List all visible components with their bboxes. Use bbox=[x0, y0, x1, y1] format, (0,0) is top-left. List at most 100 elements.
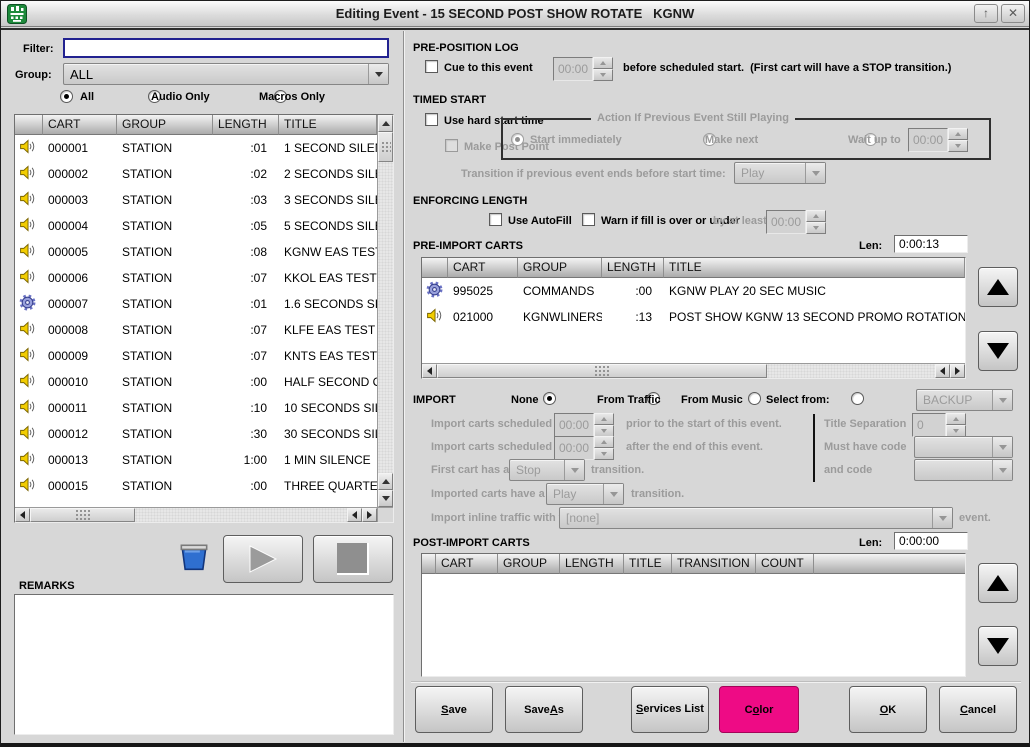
make-post-point-checkbox bbox=[445, 139, 458, 152]
cart-list-row[interactable]: 000003 STATION :03 3 SECONDS SILEN bbox=[15, 187, 377, 213]
ok-button[interactable]: OK bbox=[849, 686, 927, 733]
cart-list-row[interactable]: 000005 STATION :08 KGNW EAS TEST bbox=[15, 239, 377, 265]
transition-if-previous-label: Transition if previous event ends before… bbox=[461, 168, 726, 180]
radio-audio-only-label[interactable]: Audio Only bbox=[151, 91, 210, 103]
autofill-label[interactable]: Use AutoFill bbox=[508, 215, 572, 227]
cue-to-event-label[interactable]: Cue to this event bbox=[444, 62, 533, 74]
services-list-button[interactable]: Services List bbox=[631, 686, 709, 733]
import-none-radio[interactable] bbox=[543, 392, 556, 405]
cart-list-row[interactable]: 000009 STATION :07 KNTS EAS TEST IN bbox=[15, 343, 377, 369]
cart-list-row[interactable]: 000002 STATION :02 2 SECONDS SILEN bbox=[15, 161, 377, 187]
post-import-move-up-button[interactable] bbox=[978, 563, 1018, 603]
audio-cart-icon bbox=[426, 307, 443, 324]
vscroll-thumb[interactable] bbox=[378, 132, 393, 162]
cart-title: KGNW EAS TEST bbox=[279, 245, 377, 259]
post-import-len-value: 0:00:00 bbox=[894, 532, 968, 550]
close-button[interactable]: ✕ bbox=[1001, 4, 1025, 23]
hscroll-thumb[interactable] bbox=[30, 508, 135, 522]
radio-all[interactable] bbox=[60, 90, 73, 103]
save-button[interactable]: Save bbox=[415, 686, 493, 733]
col-length[interactable]: LENGTH bbox=[602, 258, 664, 278]
scroll-up-icon[interactable] bbox=[378, 473, 393, 490]
cart-list-row[interactable]: 000006 STATION :07 KKOL EAS TEST IN bbox=[15, 265, 377, 291]
post-import-move-down-button[interactable] bbox=[978, 626, 1018, 666]
col-cart[interactable]: CART bbox=[43, 115, 117, 135]
post-import-rows[interactable] bbox=[422, 574, 965, 676]
import-music-label[interactable]: From Music bbox=[681, 394, 743, 406]
pre-import-move-down-button[interactable] bbox=[978, 331, 1018, 371]
scroll-left-icon[interactable] bbox=[935, 364, 950, 378]
cancel-button[interactable]: Cancel bbox=[939, 686, 1017, 733]
col-cart[interactable]: CART bbox=[448, 258, 518, 278]
col-length[interactable]: LENGTH bbox=[560, 554, 624, 574]
pre-import-row[interactable]: 995025 COMMANDS :00 KGNW PLAY 20 SEC MUS… bbox=[422, 278, 965, 304]
transition-if-previous-select: Play bbox=[734, 162, 826, 184]
col-title[interactable]: TITLE bbox=[279, 115, 377, 135]
pre-import-row[interactable]: 021000 KGNWLINERS :13 POST SHOW KGNW 13 … bbox=[422, 304, 965, 330]
stop-cart-button[interactable] bbox=[313, 535, 393, 583]
hard-start-checkbox[interactable] bbox=[425, 113, 438, 126]
scroll-left-icon[interactable] bbox=[15, 508, 30, 522]
cart-list-row[interactable]: 000008 STATION :07 KLFE EAS TEST IN bbox=[15, 317, 377, 343]
pre-import-hscrollbar[interactable] bbox=[422, 363, 965, 378]
col-title[interactable]: TITLE bbox=[624, 554, 672, 574]
cart-list-row[interactable]: 000010 STATION :00 HALF SECOND OF bbox=[15, 369, 377, 395]
cart-list-row[interactable]: 000013 STATION 1:00 1 MIN SILENCE bbox=[15, 447, 377, 473]
pre-import-len-label: Len: bbox=[859, 240, 882, 252]
group-select[interactable]: ALL bbox=[63, 63, 389, 85]
col-group[interactable]: GROUP bbox=[518, 258, 602, 278]
scroll-right-icon[interactable] bbox=[362, 508, 377, 522]
import-none-label[interactable]: None bbox=[511, 394, 539, 406]
color-button[interactable]: Color bbox=[719, 686, 799, 733]
hscroll-track[interactable] bbox=[135, 508, 347, 522]
cart-list-row[interactable]: 000004 STATION :05 5 SECONDS SILEN bbox=[15, 213, 377, 239]
sched-prior-label: Import carts scheduled bbox=[431, 418, 552, 430]
import-select-from-radio[interactable] bbox=[851, 392, 864, 405]
filter-input[interactable] bbox=[63, 38, 389, 58]
cart-list-row[interactable]: 000011 STATION :10 10 SECONDS SILE bbox=[15, 395, 377, 421]
col-title[interactable]: TITLE bbox=[664, 258, 965, 278]
col-length[interactable]: LENGTH bbox=[213, 115, 279, 135]
col-count[interactable]: COUNT bbox=[756, 554, 814, 574]
radio-macros-only-label[interactable]: Macros Only bbox=[259, 91, 325, 103]
shade-button[interactable]: ↑ bbox=[974, 4, 998, 23]
cart-list-row[interactable]: 000012 STATION :30 30 SECONDS SILE bbox=[15, 421, 377, 447]
col-transition[interactable]: TRANSITION bbox=[672, 554, 756, 574]
col-cart[interactable]: CART bbox=[436, 554, 498, 574]
warn-fill-checkbox[interactable] bbox=[582, 213, 595, 226]
titlebar[interactable]: Editing Event - 15 SECOND POST SHOW ROTA… bbox=[1, 1, 1029, 27]
col-group[interactable]: GROUP bbox=[498, 554, 560, 574]
scroll-left-icon[interactable] bbox=[347, 508, 362, 522]
prior-suffix-label: prior to the start of this event. bbox=[626, 418, 782, 430]
radio-all-label[interactable]: All bbox=[80, 91, 94, 103]
chevron-down-icon bbox=[603, 484, 623, 504]
audio-cart-icon bbox=[19, 138, 36, 155]
cart-list-row[interactable]: 000015 STATION :00 THREE QUARTER bbox=[15, 473, 377, 499]
play-cart-button[interactable] bbox=[223, 535, 303, 583]
scroll-right-icon[interactable] bbox=[950, 364, 965, 378]
hscroll-thumb[interactable] bbox=[437, 364, 767, 378]
pre-import-move-up-button[interactable] bbox=[978, 267, 1018, 307]
col-group[interactable]: GROUP bbox=[117, 115, 213, 135]
chevron-down-icon[interactable] bbox=[368, 64, 388, 84]
vscroll-track[interactable] bbox=[378, 162, 393, 473]
import-select-from-label[interactable]: Select from: bbox=[766, 394, 830, 406]
import-music-radio[interactable] bbox=[748, 392, 761, 405]
inline-traffic-label: Import inline traffic with the bbox=[431, 512, 575, 524]
start-immediately-radio bbox=[511, 133, 524, 146]
autofill-checkbox[interactable] bbox=[489, 213, 502, 226]
save-as-button[interactable]: Save As bbox=[505, 686, 583, 733]
remarks-textarea[interactable] bbox=[14, 594, 394, 735]
scroll-left-icon[interactable] bbox=[422, 364, 437, 378]
trash-drop-icon[interactable] bbox=[175, 538, 213, 581]
cart-list-row[interactable]: 000007 STATION :01 1.6 SECONDS SIL bbox=[15, 291, 377, 317]
cue-to-event-checkbox[interactable] bbox=[425, 60, 438, 73]
cart-number: 000005 bbox=[43, 245, 117, 259]
hscroll-track[interactable] bbox=[767, 364, 935, 378]
import-traffic-label[interactable]: From Traffic bbox=[597, 394, 661, 406]
cart-list-hscrollbar[interactable] bbox=[15, 507, 377, 522]
scroll-down-icon[interactable] bbox=[378, 490, 393, 507]
cart-list-row[interactable]: 000001 STATION :01 1 SECOND SILEN bbox=[15, 135, 377, 161]
cart-list-vscrollbar[interactable] bbox=[377, 115, 393, 522]
scroll-up-icon[interactable] bbox=[378, 115, 393, 132]
